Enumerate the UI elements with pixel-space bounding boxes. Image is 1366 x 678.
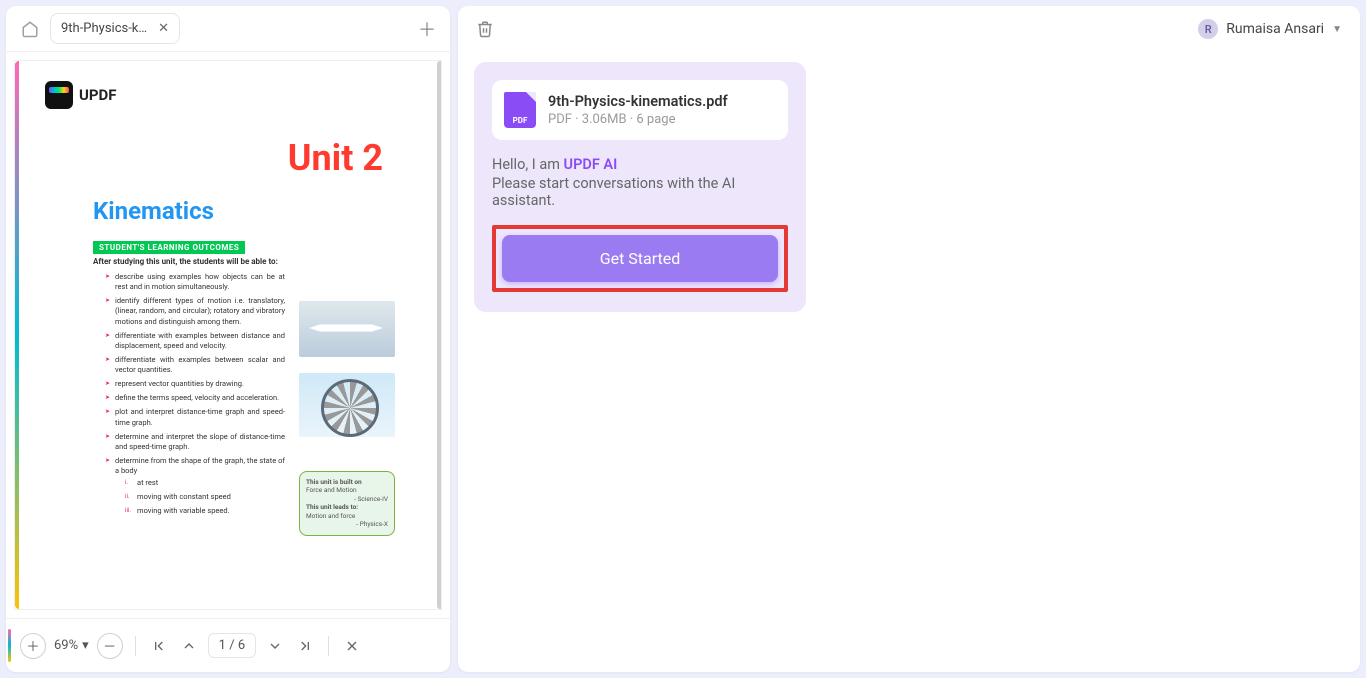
list-item: plot and interpret distance-time graph a… — [105, 407, 285, 427]
list-item: determine and interpret the slope of dis… — [105, 432, 285, 452]
page-indicator[interactable]: 1 / 6 — [208, 633, 256, 658]
list-item: at rest — [125, 478, 285, 488]
list-item: define the terms speed, velocity and acc… — [105, 393, 285, 403]
intro-line: After studying this unit, the students w… — [93, 257, 423, 266]
tab-title: 9th-Physics-ki... — [61, 21, 148, 36]
document-tab[interactable]: 9th-Physics-ki... ✕ — [50, 13, 180, 44]
outcomes-list: describe using examples how objects can … — [105, 272, 285, 517]
new-tab-button[interactable]: ＋ — [414, 16, 440, 42]
first-page-button[interactable] — [148, 635, 170, 657]
avatar: R — [1198, 19, 1218, 39]
zoom-in-button[interactable]: ＋ — [20, 633, 46, 659]
list-item: moving with variable speed. — [125, 506, 285, 516]
pdf-viewer-panel: 9th-Physics-ki... ✕ ＋ UPDF Unit 2 Kinema… — [6, 6, 450, 672]
tab-bar: 9th-Physics-ki... ✕ ＋ — [6, 6, 450, 52]
ai-instruction: Please start conversations with the AI a… — [492, 175, 788, 209]
pdf-icon — [504, 92, 536, 128]
user-name: Rumaisa Ansari — [1226, 21, 1324, 37]
list-item: determine from the shape of the graph, t… — [105, 456, 285, 517]
outcomes-sublist: at rest moving with constant speed movin… — [125, 478, 285, 516]
trash-icon[interactable] — [476, 20, 494, 38]
divider — [328, 636, 329, 656]
list-item: describe using examples how objects can … — [105, 272, 285, 292]
chapter-title: Kinematics — [93, 197, 423, 225]
file-chip: 9th-Physics-kinematics.pdf PDF · 3.06MB … — [492, 80, 788, 140]
unit-note-box: This unit is built on Force and Motion -… — [299, 471, 395, 536]
unit-title: Unit 2 — [33, 137, 383, 179]
document-area[interactable]: UPDF Unit 2 Kinematics STUDENT'S LEARNIN… — [6, 52, 450, 618]
last-page-button[interactable] — [294, 635, 316, 657]
close-icon[interactable]: ✕ — [158, 21, 169, 36]
list-item: represent vector quantities by drawing. — [105, 379, 285, 389]
ai-header: R Rumaisa Ansari ▼ — [458, 6, 1360, 52]
zoom-out-button[interactable]: － — [97, 633, 123, 659]
ai-panel: R Rumaisa Ansari ▼ 9th-Physics-kinematic… — [458, 6, 1360, 672]
logo-icon — [45, 81, 73, 109]
prev-page-button[interactable] — [178, 635, 200, 657]
chevron-down-icon: ▼ — [1332, 24, 1342, 35]
get-started-button[interactable]: Get Started — [502, 235, 778, 282]
airplane-image — [299, 301, 395, 357]
updf-logo: UPDF — [45, 81, 423, 109]
file-name: 9th-Physics-kinematics.pdf — [548, 93, 728, 110]
chevron-down-icon: ▾ — [82, 638, 89, 653]
divider — [135, 636, 136, 656]
document-page: UPDF Unit 2 Kinematics STUDENT'S LEARNIN… — [14, 60, 442, 610]
close-button[interactable] — [341, 635, 363, 657]
viewer-toolbar: ＋ 69%▾ － 1 / 6 — [6, 618, 450, 672]
list-item: differentiate with examples between dist… — [105, 331, 285, 351]
highlight-box: Get Started — [492, 225, 788, 292]
ai-greeting: Hello, I am UPDF AI — [492, 156, 788, 173]
ferris-wheel-image — [299, 373, 395, 437]
list-item: differentiate with examples between scal… — [105, 355, 285, 375]
ai-welcome-card: 9th-Physics-kinematics.pdf PDF · 3.06MB … — [474, 62, 806, 312]
list-item: moving with constant speed — [125, 492, 285, 502]
next-page-button[interactable] — [264, 635, 286, 657]
list-item: identify different types of motion i.e. … — [105, 296, 285, 326]
learning-outcomes-heading: STUDENT'S LEARNING OUTCOMES — [93, 241, 245, 254]
file-meta: PDF · 3.06MB · 6 page — [548, 112, 728, 127]
user-menu[interactable]: R Rumaisa Ansari ▼ — [1198, 19, 1342, 39]
ai-name: UPDF AI — [564, 156, 618, 173]
home-button[interactable] — [16, 15, 44, 43]
zoom-level[interactable]: 69%▾ — [54, 638, 89, 653]
logo-text: UPDF — [79, 86, 117, 104]
